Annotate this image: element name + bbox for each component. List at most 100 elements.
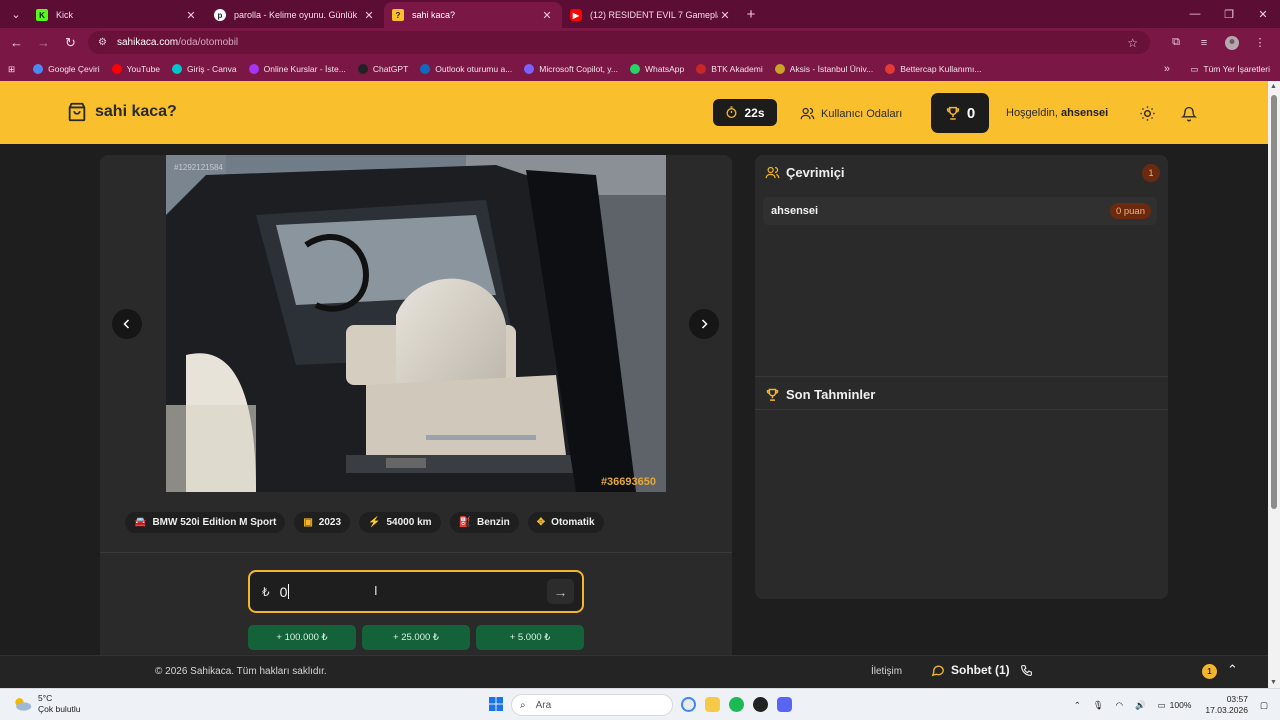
bookmark-item[interactable]: WhatsApp: [630, 64, 684, 74]
page-scrollbar[interactable]: ▲ ▼: [1268, 81, 1280, 688]
footer-notification-badge[interactable]: 1: [1202, 664, 1217, 679]
bookmark-item[interactable]: YouTube: [111, 64, 161, 74]
close-window-icon[interactable]: ✕: [1246, 0, 1280, 28]
scrollbar-thumb[interactable]: [1271, 95, 1277, 509]
next-photo-button[interactable]: [689, 309, 719, 339]
browser-menu-icon[interactable]: ⋮: [1246, 31, 1274, 54]
chevron-up-icon[interactable]: ⌃: [1227, 662, 1238, 678]
car-photo[interactable]: #1292121584 #36693650: [166, 155, 666, 492]
minimize-icon[interactable]: —: [1178, 0, 1212, 28]
bookmark-item[interactable]: Google Çeviri: [33, 64, 100, 74]
section-divider: [755, 376, 1168, 377]
discord-icon[interactable]: [777, 697, 792, 712]
chevron-left-icon: [123, 319, 130, 329]
bookmark-star-icon[interactable]: ☆: [1127, 36, 1138, 50]
bookmark-item[interactable]: Online Kurslar - İste...: [248, 64, 346, 74]
bookmark-item[interactable]: Giriş - Canva: [172, 64, 237, 74]
rooms-label: Kullanıcı Odaları: [821, 107, 903, 120]
bookmark-item[interactable]: Outlook oturumu a...: [420, 64, 512, 74]
user-rooms-link[interactable]: Kullanıcı Odaları: [800, 106, 902, 121]
profile-avatar[interactable]: [1218, 31, 1246, 54]
clock-date: 17.03.2026: [1205, 705, 1248, 715]
clock-time: 03:57: [1226, 694, 1248, 704]
browser-tab-parolla[interactable]: p parolla - Kelime oyunu. Günlük ✕: [206, 2, 384, 28]
windows-taskbar: 5°C Çok bulutlu ⌕ Ara ⌃ 🎙 ◠ 🔊 ▭ 100% 03:57…: [0, 688, 1280, 720]
media-controls-icon[interactable]: ≡: [1190, 31, 1218, 54]
site-header: sahi kaca? 22s Kullanıcı Odaları 0 Hoşge…: [0, 81, 1268, 144]
browser-tab-sahikaca[interactable]: ? sahi kaca? ✕: [384, 2, 562, 28]
file-explorer-icon[interactable]: [705, 697, 720, 712]
taskbar-search[interactable]: ⌕ Ara: [511, 694, 673, 716]
previous-photo-button[interactable]: [112, 309, 142, 339]
tab-close-icon[interactable]: ✕: [718, 9, 732, 22]
tab-search-chevron-icon[interactable]: ⌄: [4, 3, 28, 25]
wifi-icon[interactable]: ◠: [1116, 700, 1123, 711]
clock[interactable]: 03:57 17.03.2026: [1205, 694, 1248, 716]
browser-tab-youtube[interactable]: ▶ (12) RESIDENT EVIL 7 Gameplay ✕: [562, 2, 740, 28]
add-25000-button[interactable]: + 25.000 ₺: [362, 625, 470, 650]
new-tab-button[interactable]: +: [740, 6, 762, 23]
stopwatch-icon: [726, 106, 737, 119]
notifications-icon[interactable]: ▢: [1260, 700, 1268, 711]
bookmark-item[interactable]: BTK Akademi: [696, 64, 763, 74]
reload-icon[interactable]: ↻: [57, 31, 84, 55]
arrow-right-icon: →: [553, 583, 568, 600]
youtube-favicon-icon: ▶: [570, 9, 582, 21]
bookmark-label: YouTube: [126, 64, 161, 74]
volume-icon[interactable]: 🔊: [1135, 700, 1146, 711]
tab-close-icon[interactable]: ✕: [184, 9, 198, 22]
add-100000-button[interactable]: + 100.000 ₺: [248, 625, 356, 650]
scroll-up-icon[interactable]: ▲: [1270, 83, 1277, 90]
shopping-bag-icon: [68, 102, 86, 122]
spec-model: 🚘 BMW 520i Edition M Sport: [125, 512, 286, 533]
contact-link[interactable]: İletişim: [871, 666, 902, 677]
trophy-icon: [946, 106, 960, 120]
scroll-down-icon[interactable]: ▼: [1270, 679, 1277, 686]
phone-icon[interactable]: [1020, 664, 1033, 682]
bookmark-item[interactable]: Microsoft Copilot, y...: [524, 64, 618, 74]
more-bookmarks-icon[interactable]: »: [1164, 63, 1170, 75]
address-bar[interactable]: ⚙ sahikaca.com/oda/otomobil ☆: [88, 31, 1150, 54]
bookmark-item[interactable]: ChatGPT: [357, 64, 408, 74]
spotify-icon[interactable]: [729, 697, 744, 712]
username[interactable]: ahsensei: [1061, 107, 1108, 119]
spec-gearbox: ✥ Otomatik: [527, 512, 604, 533]
all-bookmarks-button[interactable]: ▭ Tüm Yer İşaretleri: [1190, 64, 1270, 75]
price-guess-input[interactable]: ₺ 0 I →: [248, 570, 584, 613]
section-divider: [755, 409, 1168, 410]
guess-value[interactable]: 0: [280, 584, 288, 600]
steam-icon[interactable]: [753, 697, 768, 712]
chat-button[interactable]: Sohbet (1): [931, 663, 1010, 677]
chevron-right-icon: [701, 319, 708, 329]
forward-icon[interactable]: →: [30, 31, 57, 55]
brand-logo[interactable]: sahi kaca?: [66, 101, 177, 123]
site-info-icon[interactable]: ⚙: [98, 37, 107, 48]
restore-icon[interactable]: ❐: [1212, 0, 1246, 28]
score-display: 0: [931, 93, 989, 133]
tab-close-icon[interactable]: ✕: [362, 9, 376, 22]
car-specs: 🚘 BMW 520i Edition M Sport ▣ 2023 ⚡ 54000 k…: [125, 512, 613, 533]
tray-chevron-icon[interactable]: ⌃: [1074, 700, 1081, 711]
chrome-taskbar-icon[interactable]: [681, 697, 696, 712]
spec-fuel: ⛽ Benzin: [449, 512, 519, 533]
microphone-icon[interactable]: 🎙: [1093, 700, 1104, 711]
extensions-icon[interactable]: ⧉: [1162, 31, 1190, 54]
apps-grid-icon[interactable]: ⊞: [8, 64, 15, 75]
bookmark-item[interactable]: Aksis - İstanbul Üniv...: [774, 64, 873, 74]
notification-bell-icon[interactable]: [1179, 103, 1199, 123]
bookmark-favicon-icon: [111, 64, 122, 74]
browser-tab-kick[interactable]: K Kick ✕: [28, 2, 206, 28]
theme-toggle-sun-icon[interactable]: [1137, 103, 1157, 123]
add-5000-button[interactable]: + 5.000 ₺: [476, 625, 584, 650]
window-controls: — ❐ ✕: [1178, 0, 1280, 28]
spec-label: BMW 520i Edition M Sport: [152, 517, 277, 528]
weather-widget[interactable]: 5°C Çok bulutlu: [12, 693, 81, 715]
windows-start-icon[interactable]: [489, 697, 503, 716]
tab-close-icon[interactable]: ✕: [540, 9, 554, 22]
back-icon[interactable]: ←: [3, 31, 30, 55]
ad-code: #36693650: [600, 476, 656, 488]
fuel-icon: ⛽: [458, 517, 471, 528]
bookmark-item[interactable]: Bettercap Kullanımı...: [885, 64, 981, 74]
battery-icon[interactable]: ▭: [1158, 700, 1166, 711]
submit-guess-button[interactable]: →: [547, 579, 574, 604]
